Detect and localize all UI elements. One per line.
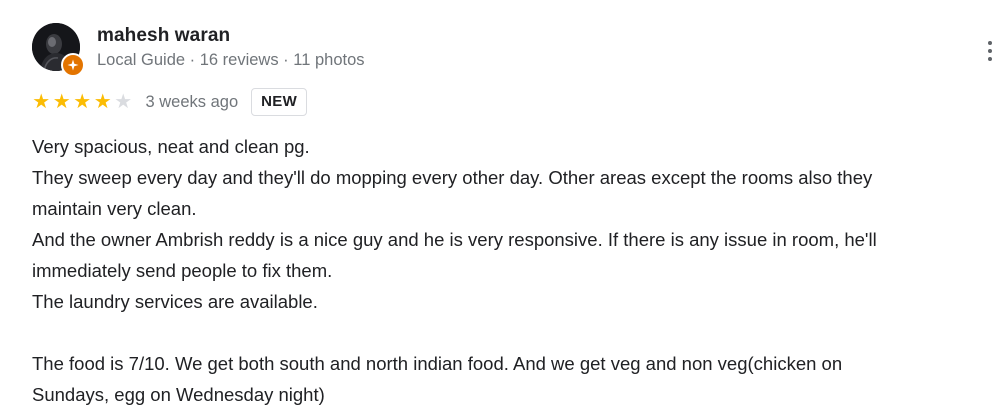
- review-paragraph: The food is 7/10. We get both south and …: [32, 348, 1002, 410]
- review-text: Very spacious, neat and clean pg. They sw…: [32, 131, 1002, 410]
- review-line: immediately send people to fix them.: [32, 260, 333, 281]
- more-vert-icon-dot: [988, 57, 992, 61]
- review-paragraph: And the owner Ambrish reddy is a nice gu…: [32, 224, 1002, 286]
- local-guide-star-icon: [61, 53, 85, 77]
- reviewer-meta: Local Guide · 16 reviews · 11 photos: [97, 51, 365, 69]
- star-icon: ★: [93, 91, 112, 113]
- new-badge: NEW: [251, 88, 308, 116]
- review-line: The food is 7/10. We get both south and …: [32, 353, 843, 374]
- star-rating: ★ ★ ★ ★ ★: [31, 92, 134, 112]
- review-card: mahesh waran Local Guide · 16 reviews · …: [0, 0, 1006, 412]
- star-icon: ★: [73, 91, 92, 113]
- more-vert-icon: [988, 41, 992, 45]
- review-line: maintain very clean.: [32, 198, 197, 219]
- reviewer-name[interactable]: mahesh waran: [97, 25, 230, 47]
- more-options-button[interactable]: [978, 34, 1002, 68]
- review-line: They sweep every day and they'll do mopp…: [32, 167, 873, 188]
- review-line: Very spacious, neat and clean pg.: [32, 136, 310, 157]
- review-paragraph: The laundry services are available.: [32, 286, 1002, 317]
- review-date: 3 weeks ago: [145, 92, 239, 111]
- review-paragraph: They sweep every day and they'll do mopp…: [32, 162, 1002, 224]
- star-icon: ★: [114, 91, 133, 113]
- review-paragraph: Very spacious, neat and clean pg.: [32, 131, 1002, 162]
- star-icon: ★: [52, 91, 71, 113]
- more-vert-icon-dot: [988, 49, 992, 53]
- rating-row: ★ ★ ★ ★ ★ 3 weeks ago NEW: [31, 88, 308, 116]
- review-line: Sundays, egg on Wednesday night): [32, 384, 325, 405]
- review-line: And the owner Ambrish reddy is a nice gu…: [32, 229, 877, 250]
- star-icon: ★: [32, 91, 51, 113]
- review-line: The laundry services are available.: [32, 291, 318, 312]
